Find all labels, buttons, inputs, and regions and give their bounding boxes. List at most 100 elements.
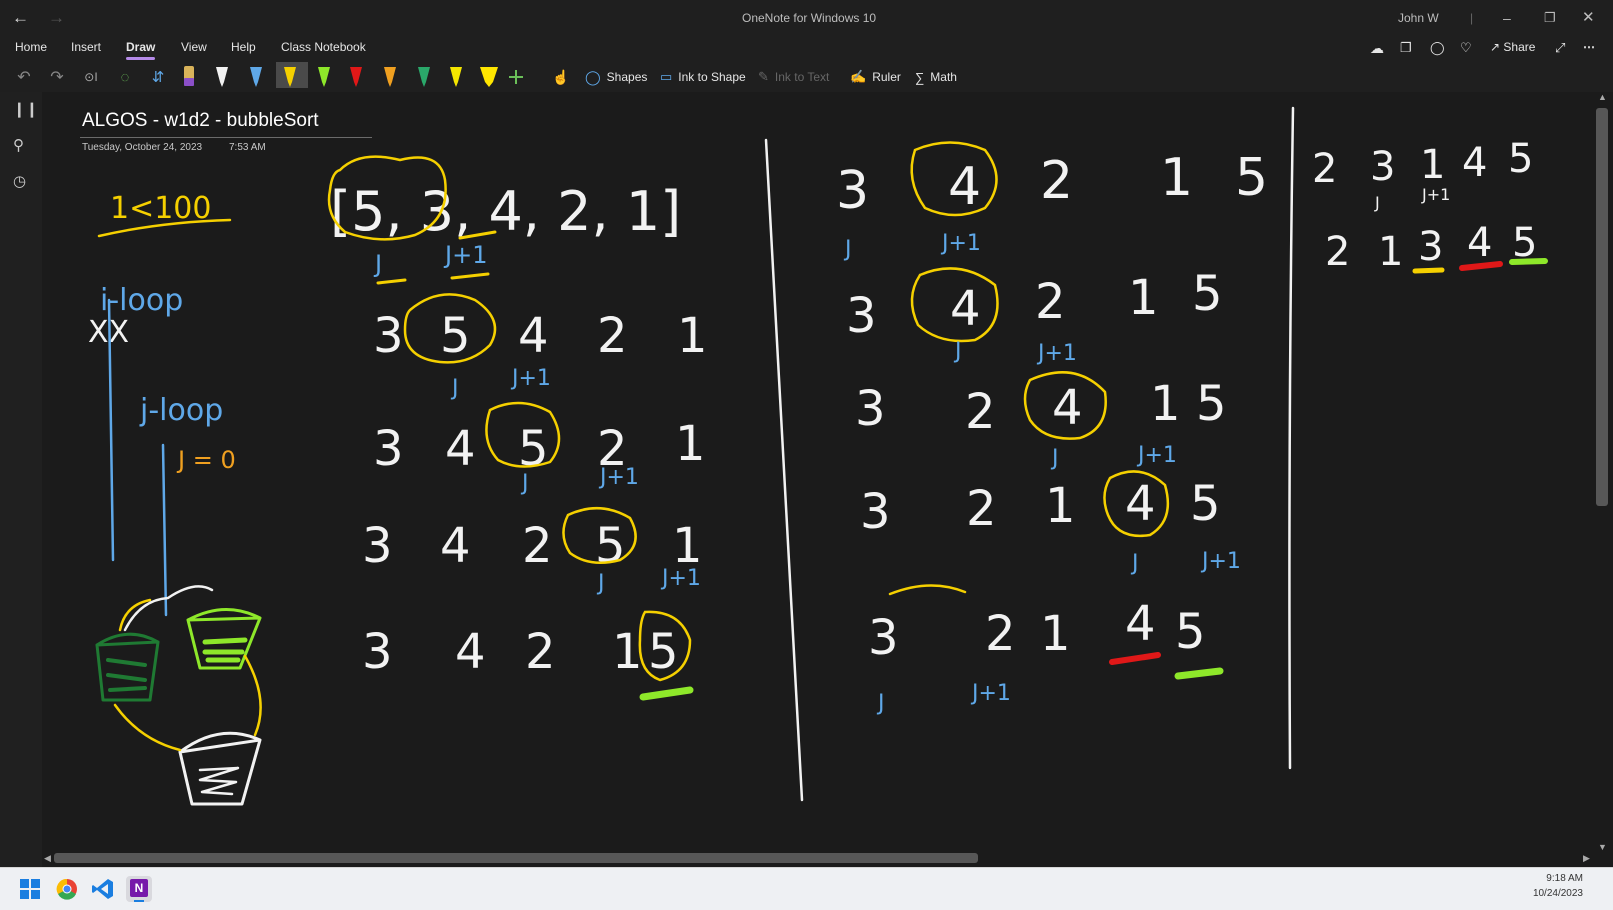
svg-text:5: 5	[1192, 266, 1223, 322]
svg-text:2: 2	[966, 481, 997, 537]
svg-text:4: 4	[445, 421, 476, 477]
back-arrow-icon[interactable]: ←	[12, 0, 29, 36]
svg-text:1: 1	[1128, 270, 1159, 326]
tab-class-notebook[interactable]: Class Notebook	[281, 38, 366, 56]
ink-row0-j1: J+1	[443, 241, 487, 269]
ink-mid-row0-j: J	[843, 237, 852, 262]
svg-text:4: 4	[1125, 596, 1156, 652]
tab-draw[interactable]: Draw	[126, 38, 156, 60]
pen-blue[interactable]	[250, 67, 262, 87]
chrome-icon[interactable]	[56, 878, 78, 900]
pen-green[interactable]	[318, 67, 330, 87]
svg-text:3: 3	[362, 518, 393, 574]
ink-bucket-dark-green-fill	[106, 658, 147, 692]
svg-text:4: 4	[950, 281, 981, 337]
taskbar-date[interactable]: 10/24/2023	[1533, 888, 1583, 899]
ink-to-shape-button[interactable]: ▭ Ink to Shape	[660, 64, 746, 90]
svg-text:2: 2	[1325, 229, 1350, 275]
svg-text:1: 1	[1160, 148, 1193, 208]
vscode-icon[interactable]	[92, 878, 114, 900]
horizontal-scroll-thumb[interactable]	[54, 853, 978, 863]
highlighter-yellow-2[interactable]	[480, 67, 498, 87]
tab-view[interactable]: View	[181, 38, 207, 56]
ink-row0-j: J	[373, 250, 382, 278]
lasso-select-icon[interactable]: ◌	[114, 64, 136, 90]
undo-icon[interactable]: ↶	[14, 64, 34, 90]
ink-right-row0-j: J	[1374, 193, 1380, 212]
svg-text:5: 5	[1175, 604, 1206, 660]
ink-row2-j: J	[520, 471, 529, 496]
ruler-button[interactable]: ✍ Ruler	[850, 64, 901, 90]
svg-text:4: 4	[1052, 380, 1083, 436]
tab-help[interactable]: Help	[231, 38, 256, 56]
onenote-active-app[interactable]: N	[126, 876, 152, 902]
pen-orange[interactable]	[384, 67, 396, 87]
scroll-left-icon[interactable]: ◀	[44, 853, 51, 864]
forward-arrow-icon[interactable]: →	[48, 0, 65, 36]
svg-text:1: 1	[677, 308, 708, 364]
notifications-icon[interactable]: ♡	[1460, 38, 1472, 58]
svg-text:1: 1	[1420, 142, 1445, 188]
ink-mid-swap-arrow	[888, 584, 967, 596]
scroll-right-icon[interactable]: ▶	[1583, 853, 1590, 864]
ink-row1-j1: J+1	[510, 366, 551, 391]
minimize-icon[interactable]: –	[1503, 0, 1511, 36]
taskbar-time[interactable]: 9:18 AM	[1546, 873, 1583, 884]
add-pen-icon[interactable]	[509, 70, 523, 84]
pen-red[interactable]	[350, 67, 362, 87]
pages-icon[interactable]: ❐	[1400, 38, 1412, 58]
scroll-up-icon[interactable]: ▲	[1598, 92, 1607, 102]
ink-bucket-white-fill	[198, 766, 240, 796]
ink-right-green-mark	[1509, 258, 1548, 265]
svg-text:5: 5	[1508, 136, 1533, 182]
close-icon[interactable]: ✕	[1582, 0, 1595, 36]
ink-i-loop: i-loop	[100, 283, 183, 318]
share-button[interactable]: ↗ Share	[1490, 38, 1535, 56]
svg-text:2: 2	[1035, 274, 1066, 330]
svg-text:2: 2	[985, 606, 1016, 662]
share-label: Share	[1503, 40, 1536, 54]
windows-taskbar: N 9:18 AM 10/24/2023	[0, 867, 1613, 910]
restore-icon[interactable]: ❐	[1544, 0, 1556, 36]
ink-mid-row0: 3 4 2 1 5	[836, 148, 1268, 221]
ink-mid-row4-j1: J+1	[970, 681, 1011, 706]
tab-insert[interactable]: Insert	[71, 38, 101, 56]
svg-text:4: 4	[1125, 476, 1156, 532]
pen-teal[interactable]	[418, 67, 430, 87]
ruler-label: Ruler	[872, 70, 901, 84]
ink-row1-j: J	[450, 376, 459, 401]
type-select-icon[interactable]: ⊙I	[80, 64, 102, 90]
svg-text:5: 5	[1196, 376, 1227, 432]
redo-icon[interactable]: ↷	[47, 64, 67, 90]
svg-text:4: 4	[948, 157, 981, 217]
ink-to-text-icon: ✎	[758, 69, 769, 84]
windows-start-icon[interactable]	[20, 879, 40, 899]
ink-row3: 3 4 2 5 1	[362, 518, 703, 574]
window-title: OneNote for Windows 10	[742, 11, 877, 25]
scroll-down-icon[interactable]: ▼	[1598, 842, 1607, 852]
shapes-button[interactable]: ◯ Shapes	[585, 64, 647, 90]
add-space-icon[interactable]: ⇵	[148, 64, 168, 90]
expand-icon[interactable]: ⤢	[1555, 38, 1565, 58]
more-options-icon[interactable]: ⋯	[1583, 38, 1595, 56]
eraser-pen[interactable]	[184, 66, 194, 86]
ink-to-text-button[interactable]: ✎ Ink to Text	[758, 64, 829, 90]
ink-green-highlight-1	[639, 686, 694, 701]
svg-text:4: 4	[518, 308, 549, 364]
ink-right-red-mark	[1459, 261, 1503, 271]
lightbulb-icon[interactable]: ◯	[1430, 38, 1445, 58]
math-button[interactable]: ∑ Math	[915, 64, 957, 90]
ink-right-yellow-mark	[1412, 267, 1445, 274]
svg-text:2: 2	[965, 384, 996, 440]
ink-to-text-label: Ink to Text	[774, 70, 830, 84]
ink-mid-row2-j1: J+1	[1136, 443, 1177, 468]
pen-white[interactable]	[216, 67, 228, 87]
ribbon-tabs: Home Insert Draw View Help Class Noteboo…	[0, 36, 1613, 62]
touch-drawing-icon[interactable]: ☝	[552, 64, 570, 90]
sync-icon[interactable]: ☁	[1370, 38, 1384, 59]
tab-home[interactable]: Home	[15, 38, 47, 56]
vertical-scroll-thumb[interactable]	[1596, 108, 1608, 506]
highlighter-yellow[interactable]	[450, 67, 462, 87]
ink-row1: 3 5 4 2 1	[373, 308, 708, 364]
user-name[interactable]: John W	[1398, 0, 1439, 36]
